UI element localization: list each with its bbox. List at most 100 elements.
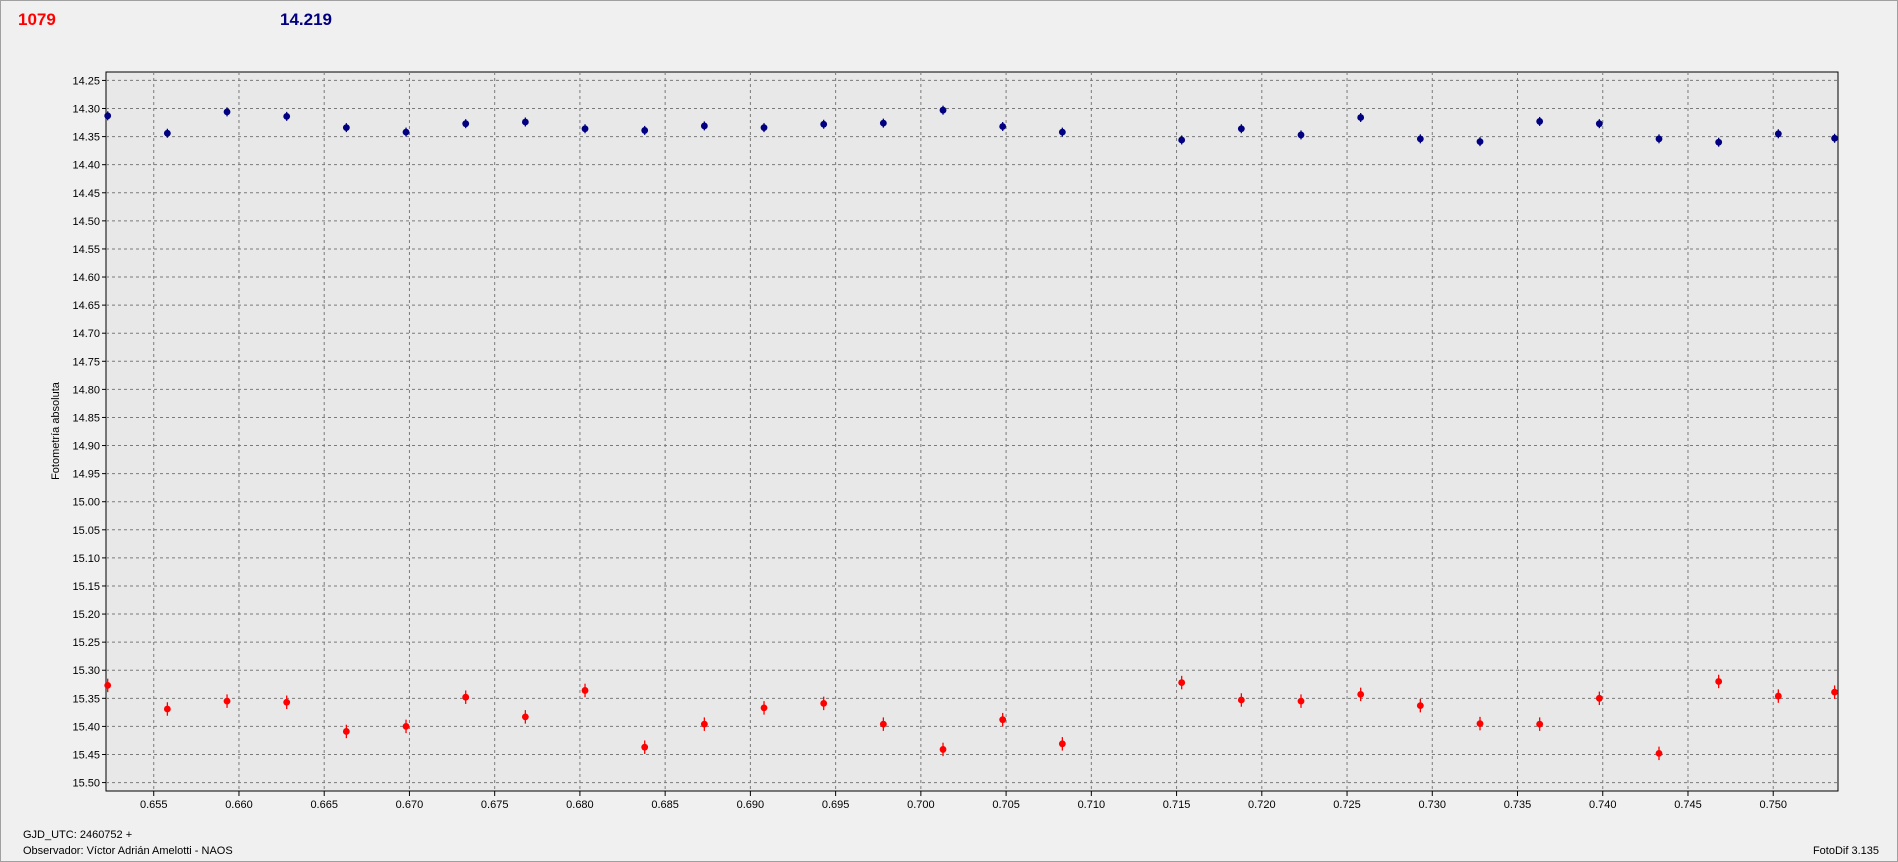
data-point[interactable] [939,746,947,753]
y-tick-label: 14.80 [72,384,100,396]
data-point[interactable] [820,120,828,128]
data-point[interactable] [999,123,1007,130]
data-point[interactable] [163,705,171,713]
y-axis-label: Fotometría absoluta [50,381,62,480]
data-point[interactable] [1416,135,1424,143]
data-point[interactable] [1831,688,1838,696]
data-point[interactable] [879,720,887,728]
data-point[interactable] [342,728,350,735]
y-tick-label: 14.95 [72,469,100,481]
y-tick-label: 15.35 [72,693,100,705]
data-point[interactable] [1595,694,1603,702]
data-point[interactable] [521,713,529,721]
data-point[interactable] [1178,679,1186,686]
data-point[interactable] [641,127,649,134]
y-tick-label: 15.50 [72,778,100,790]
y-tick-label: 15.45 [72,749,100,761]
data-point[interactable] [342,124,350,132]
data-point[interactable] [581,687,589,694]
data-point[interactable] [223,108,231,116]
data-point[interactable] [462,693,470,701]
data-point[interactable] [581,125,589,133]
data-point[interactable] [1357,114,1365,121]
data-point[interactable] [1536,720,1544,728]
data-point[interactable] [1655,135,1663,143]
data-point[interactable] [163,129,171,137]
x-tick-label: 0.665 [310,799,338,811]
y-tick-label: 14.40 [72,160,100,172]
x-tick-label: 0.710 [1078,799,1106,811]
y-tick-label: 14.35 [72,132,100,144]
data-point[interactable] [283,112,291,120]
data-point[interactable] [1476,720,1484,727]
x-tick-label: 0.670 [396,799,424,811]
x-tick-label: 0.715 [1163,799,1191,811]
y-tick-label: 14.30 [72,104,100,116]
data-point[interactable] [999,716,1007,724]
window-frame: 1079 14.219 14.25 14.30 14.35 14.40 14.45 14.… [0,0,1898,862]
x-tick-label: 0.730 [1419,799,1447,811]
x-tick-label: 0.660 [225,799,253,811]
y-tick-label: 15.00 [72,497,100,509]
y-tick-label: 14.90 [72,441,100,453]
data-point[interactable] [641,743,649,751]
y-axis-ticks: 14.25 14.30 14.35 14.40 14.45 14.50 14.55 14.60… [72,75,106,790]
x-tick-label: 0.700 [907,799,935,811]
data-point[interactable] [1655,749,1663,757]
footer-observer: Observador: Víctor Adrián Amelotti - NAO… [23,845,233,857]
data-point[interactable] [521,118,529,126]
x-tick-label: 0.750 [1759,799,1787,811]
data-point[interactable] [1416,702,1424,710]
y-tick-label: 15.10 [72,553,100,565]
data-point[interactable] [1237,125,1245,133]
data-point[interactable] [700,122,708,130]
x-tick-label: 0.705 [992,799,1020,811]
data-point[interactable] [402,723,410,730]
y-tick-label: 14.65 [72,300,100,312]
y-tick-label: 15.40 [72,721,100,733]
data-point[interactable] [1715,678,1723,685]
data-point[interactable] [1536,118,1544,125]
x-axis-ticks: 0.655 0.660 0.665 0.670 0.675 0.680 0.685 0.690… [140,791,1787,811]
y-tick-label: 14.60 [72,272,100,284]
data-point[interactable] [1831,134,1838,142]
x-tick-label: 0.680 [566,799,594,811]
data-point[interactable] [760,124,768,132]
x-tick-label: 0.720 [1248,799,1276,811]
data-point[interactable] [1297,697,1305,705]
y-tick-label: 15.05 [72,525,100,537]
data-point[interactable] [1774,692,1782,700]
data-point[interactable] [1715,138,1723,146]
y-tick-label: 15.25 [72,637,100,649]
x-tick-label: 0.740 [1589,799,1617,811]
data-point[interactable] [1178,136,1186,144]
data-point[interactable] [1595,120,1603,128]
data-point[interactable] [104,112,112,120]
data-point[interactable] [1357,690,1365,698]
data-point[interactable] [1058,740,1066,748]
data-point[interactable] [1774,130,1782,138]
data-point[interactable] [879,119,887,127]
data-point[interactable] [1297,131,1305,139]
data-point[interactable] [283,698,291,706]
data-point[interactable] [760,704,768,712]
data-point[interactable] [402,128,410,136]
y-tick-label: 15.20 [72,609,100,621]
x-tick-label: 0.690 [737,799,765,811]
data-point[interactable] [700,720,708,728]
y-tick-label: 15.15 [72,581,100,593]
data-point[interactable] [1058,128,1066,136]
light-curve-chart[interactable]: 14.25 14.30 14.35 14.40 14.45 14.50 14.55 14.60… [1,1,1897,861]
data-point[interactable] [939,106,947,114]
data-point[interactable] [1237,696,1245,704]
y-tick-label: 15.30 [72,665,100,677]
data-point[interactable] [820,699,828,707]
data-point[interactable] [1476,138,1484,146]
plot-area [105,71,1839,792]
x-tick-label: 0.745 [1674,799,1702,811]
data-point[interactable] [223,697,231,705]
data-point[interactable] [462,120,470,128]
x-tick-label: 0.655 [140,799,168,811]
data-point[interactable] [104,681,112,689]
footer-version: FotoDif 3.135 [1812,845,1879,857]
